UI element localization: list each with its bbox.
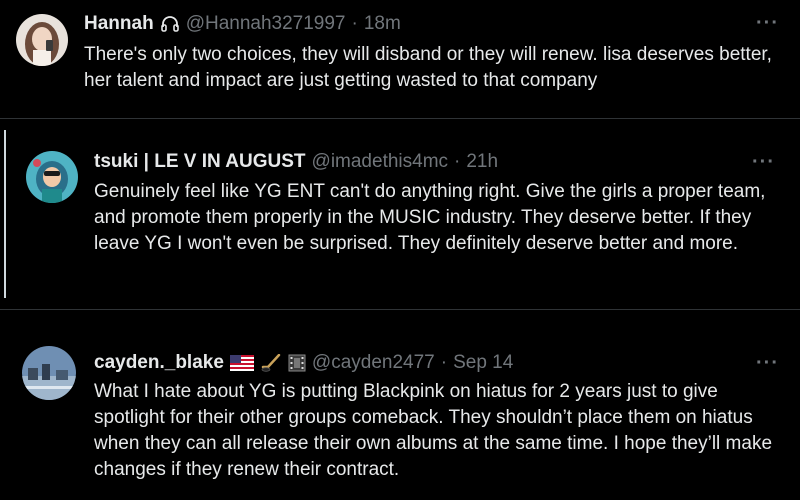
avatar[interactable] [16, 14, 68, 66]
author-name[interactable]: Hannah [84, 13, 154, 35]
headphones-icon [160, 14, 180, 34]
author-name[interactable]: tsuki | LE V IN AUGUST [94, 151, 306, 173]
more-options-icon[interactable]: ··· [756, 12, 779, 35]
timestamp[interactable]: 21h [466, 151, 498, 173]
author-name[interactable]: cayden._blake [94, 352, 224, 374]
tweet-text: There's only two choices, they will disb… [84, 44, 772, 91]
separator-dot: · [454, 151, 461, 172]
tweet-text: What I hate about YG is putting Blackpin… [94, 381, 773, 480]
separator-dot: · [351, 13, 358, 34]
film-icon [288, 354, 306, 372]
tweet-1[interactable]: Hannah @Hannah3271997 · 18m ··· There's … [0, 0, 800, 118]
tweet-2[interactable]: tsuki | LE V IN AUGUST @imadethis4mc · 2… [0, 119, 800, 309]
author-handle[interactable]: @cayden2477 [312, 352, 435, 374]
separator-dot: · [440, 352, 448, 373]
timestamp[interactable]: 18m [364, 13, 401, 35]
timestamp[interactable]: Sep 14 [453, 352, 513, 374]
us-flag-icon [229, 355, 254, 371]
avatar[interactable] [26, 151, 78, 203]
tweet-text: Genuinely feel like YG ENT can't do anyt… [94, 181, 766, 254]
hockey-stick-icon [260, 354, 282, 372]
more-options-icon[interactable]: ··· [752, 151, 775, 174]
more-options-icon[interactable]: ··· [756, 352, 779, 375]
author-handle[interactable]: @Hannah3271997 [186, 13, 346, 35]
avatar[interactable] [22, 346, 76, 400]
author-handle[interactable]: @imadethis4mc [312, 151, 449, 173]
tweet-3[interactable]: cayden._blake @cayden2477 · Sep 14 ··· W… [0, 310, 800, 500]
